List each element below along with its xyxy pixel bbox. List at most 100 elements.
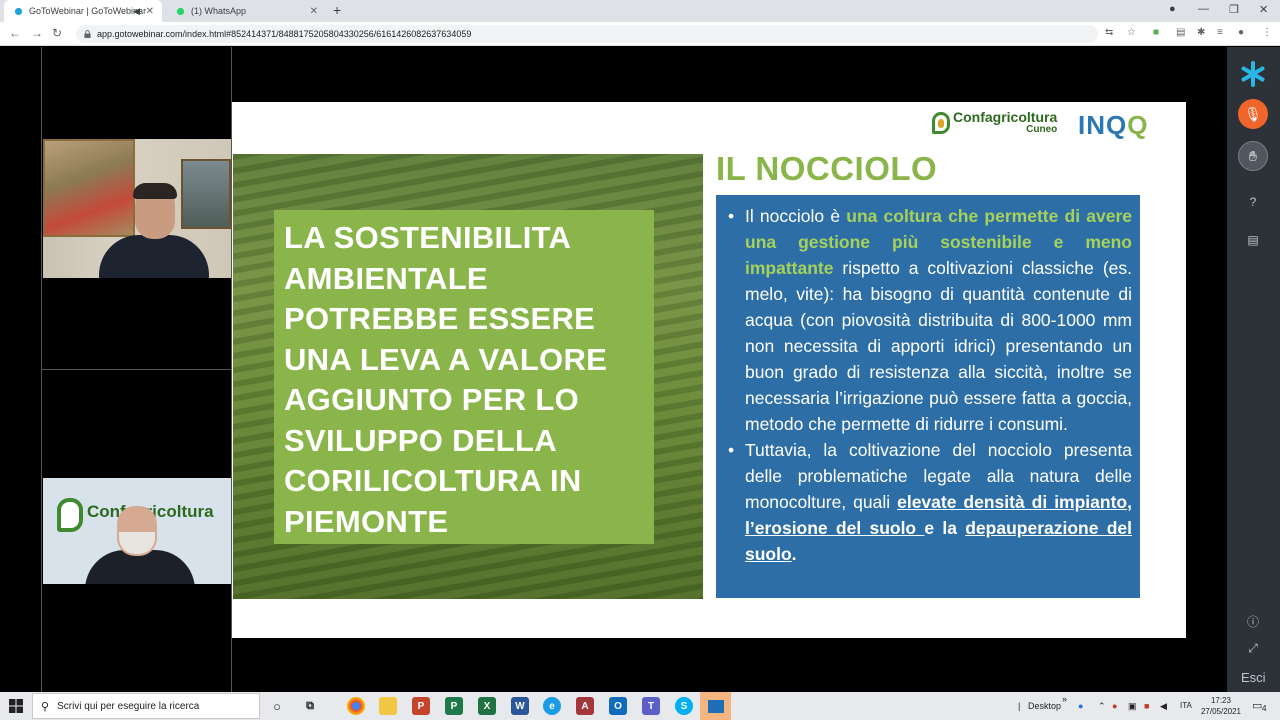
search-icon: ⚲ [41, 700, 50, 713]
extension-icon[interactable]: ▤ [1176, 27, 1185, 38]
start-button[interactable] [0, 692, 32, 720]
mic-muted-button[interactable]: 🎙︎ [1238, 99, 1268, 129]
hazelnut-orchard-photo: LA SOSTENIBILITA AMBIENTALE POTREBBE ESS… [233, 154, 703, 599]
chevron-up-icon[interactable]: ⌃ [1098, 701, 1106, 712]
puzzle-icon[interactable]: ✱ [1197, 27, 1205, 38]
painting [43, 139, 135, 237]
bullet-text: rispetto a coltivazioni classiche (es. m… [745, 258, 1132, 434]
media-icon[interactable]: ● [1169, 3, 1176, 15]
bullet-text: . [791, 544, 797, 564]
outlook-icon[interactable]: O [609, 697, 627, 715]
gotowebinar-logo-icon[interactable] [1240, 61, 1266, 87]
info-icon[interactable]: ⓘ [1245, 613, 1261, 629]
publisher-icon[interactable]: P [445, 697, 463, 715]
maximize-button[interactable]: ❐ [1229, 3, 1239, 16]
taskbar-search-input[interactable]: ⚲ Scrivi qui per eseguire la ricerca [32, 693, 260, 719]
url-input[interactable]: app.gotowebinar.com/index.html#852414371… [76, 25, 1098, 43]
bullet-text: Il nocciolo è [745, 206, 847, 226]
clock[interactable]: 17:23 27/05/2021 [1196, 695, 1246, 717]
windows-taskbar: ⚲ Scrivi qui per eseguire la ricerca ○ ⧉… [0, 692, 1280, 720]
lock-icon [84, 30, 91, 38]
person-body [99, 235, 209, 278]
exit-button[interactable]: Esci [1241, 670, 1266, 685]
tab-title: GoToWebinar | GoToWebinar [29, 6, 147, 16]
task-view-icon[interactable]: ⧉ [301, 697, 319, 715]
address-bar: ← → ↻ app.gotowebinar.com/index.html#852… [0, 22, 1280, 46]
divider [42, 369, 231, 370]
inq-logo-text: INQ [1078, 110, 1128, 140]
bullet-text: , [1127, 492, 1132, 512]
desktop-toolbar[interactable]: Desktop [1028, 701, 1061, 711]
slide-green-text: LA SOSTENIBILITA AMBIENTALE POTREBBE ESS… [284, 220, 608, 539]
help-icon[interactable]: ● [1078, 701, 1083, 711]
raise-hand-button[interactable]: ✋︎ [1238, 141, 1268, 171]
confagricoltura-logo: Confagricoltura Cuneo [932, 110, 1057, 135]
chrome-icon[interactable] [347, 697, 365, 715]
mic-off-icon: 🎙︎ [1244, 105, 1262, 122]
speaker-icon: ◀ [133, 5, 140, 16]
webcam-tile-2: Confagricoltura [43, 478, 231, 584]
powerpoint-icon[interactable]: P [412, 697, 430, 715]
playlist-icon[interactable]: ≡ [1217, 27, 1223, 38]
new-tab-button[interactable]: + [333, 2, 341, 18]
cortana-icon[interactable]: ○ [268, 697, 286, 715]
fullscreen-icon[interactable]: ⤢ [1245, 641, 1261, 657]
access-icon[interactable]: A [576, 697, 594, 715]
underlined-text: l’erosione del suolo [745, 518, 925, 538]
whatsapp-icon [176, 7, 185, 15]
back-button[interactable]: ← [9, 26, 21, 40]
edge-icon[interactable]: e [543, 697, 561, 715]
extension-icon[interactable]: ■ [1153, 27, 1159, 38]
browser-tab-bar: GoToWebinar | GoToWebinar ◀ ✕ (1) WhatsA… [0, 0, 1280, 22]
notification-count: 4 [1262, 704, 1267, 713]
clock-time: 17:23 [1210, 696, 1232, 705]
logo-sub: Cuneo [1026, 123, 1058, 135]
tray-app-icon[interactable]: ● [1112, 701, 1117, 711]
close-icon[interactable]: ✕ [146, 6, 154, 17]
tray-app-icon[interactable]: ■ [1144, 701, 1149, 711]
blue-text-box: Il nocciolo è una coltura che permette d… [716, 195, 1140, 598]
close-window-button[interactable]: ✕ [1259, 3, 1268, 16]
confagricoltura-mark-icon [932, 111, 950, 134]
menu-icon[interactable]: ⋮ [1262, 27, 1272, 38]
url-text: app.gotowebinar.com/index.html#852414371… [97, 29, 472, 39]
language-indicator[interactable]: ITA [1180, 701, 1192, 710]
clock-date: 27/05/2021 [1200, 707, 1242, 716]
gotowebinar-icon [14, 7, 23, 15]
handout-icon[interactable]: ▤ [1245, 233, 1261, 249]
hand-icon: ✋︎ [1249, 147, 1257, 164]
photos-app-active[interactable] [700, 692, 731, 720]
painting [181, 159, 231, 229]
chevron-icon[interactable]: » [1062, 694, 1067, 704]
close-icon[interactable]: ✕ [310, 6, 318, 17]
skype-icon[interactable]: S [675, 697, 693, 715]
word-icon[interactable]: W [511, 697, 529, 715]
tray-app-icon[interactable]: ▣ [1128, 701, 1137, 712]
green-text-box: LA SOSTENIBILITA AMBIENTALE POTREBBE ESS… [274, 210, 654, 544]
control-panel: 🎙︎ ✋︎ ? ▤ ⓘ ⤢ Esci [1227, 47, 1280, 692]
webcam-tile-1 [43, 139, 231, 278]
profile-icon[interactable]: ● [1238, 27, 1244, 38]
speaker-icon[interactable]: ◀ [1160, 701, 1167, 712]
notification-icon[interactable]: ▭ [1252, 699, 1262, 712]
photos-icon [707, 699, 724, 713]
reload-button[interactable]: ↻ [52, 26, 62, 40]
tab-gotowebinar[interactable]: GoToWebinar | GoToWebinar ◀ ✕ [4, 0, 162, 22]
presentation-slide: LA SOSTENIBILITA AMBIENTALE POTREBBE ESS… [232, 102, 1186, 638]
file-explorer-icon[interactable] [379, 697, 397, 715]
tab-whatsapp[interactable]: (1) WhatsApp ✕ [166, 0, 326, 22]
underlined-text: elevate densità di impianto [897, 492, 1128, 512]
bullet-1: Il nocciolo è una coltura che permette d… [728, 203, 1132, 437]
webinar-stage: Confagricoltura LA SOSTENIBILITA AMBIENT… [0, 47, 1227, 692]
excel-icon[interactable]: X [478, 697, 496, 715]
translate-icon[interactable]: ⇆ [1105, 27, 1113, 38]
teams-icon[interactable]: T [642, 697, 660, 715]
star-icon[interactable]: ☆ [1127, 27, 1136, 38]
forward-button[interactable]: → [31, 26, 43, 40]
slide-title: IL NOCCIOLO [716, 150, 938, 187]
question-icon[interactable]: ? [1245, 195, 1261, 211]
minimize-button[interactable]: — [1198, 3, 1209, 15]
bullet-2: Tuttavia, la coltivazione del nocciolo p… [728, 437, 1132, 567]
logo-name: Confagricoltura [953, 109, 1058, 125]
bullet-text: e la [924, 518, 966, 538]
